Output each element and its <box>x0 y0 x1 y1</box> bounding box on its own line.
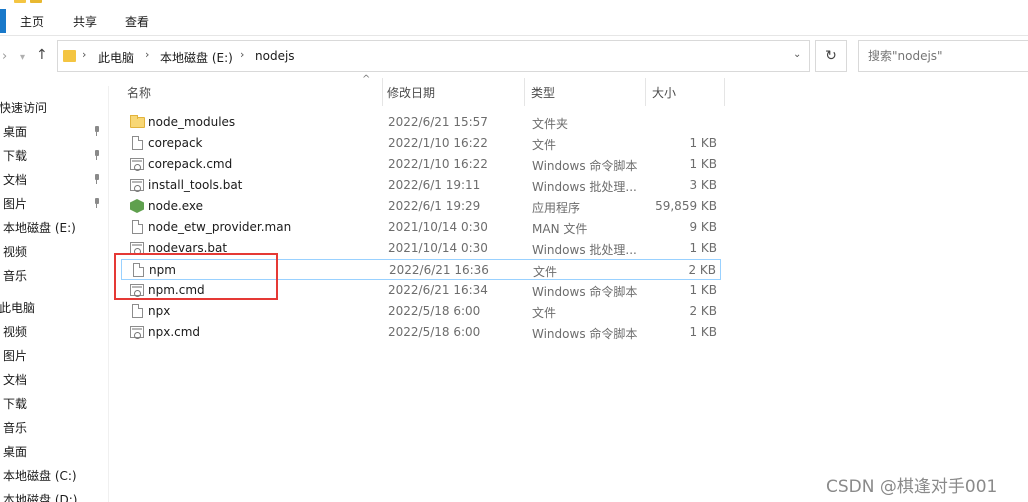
file-date: 2022/5/18 6:00 <box>388 325 481 339</box>
file-type: 应用程序 <box>532 201 581 215</box>
file-type: 文件 <box>532 138 557 152</box>
file-tab[interactable] <box>0 9 6 33</box>
file-name: npx.cmd <box>148 325 201 339</box>
tab-view[interactable]: 查看 <box>125 13 149 30</box>
file-icon <box>129 303 145 319</box>
sidebar-item-documents[interactable]: 文档 <box>3 371 27 388</box>
file-type: 文件 <box>532 306 557 320</box>
file-size: 2 KB <box>688 263 716 277</box>
folder-icon <box>63 50 76 62</box>
file-date: 2022/6/1 19:11 <box>388 178 481 192</box>
script-icon <box>129 156 145 172</box>
file-type: 文件 <box>533 265 558 279</box>
column-divider[interactable] <box>645 78 646 106</box>
file-date: 2022/6/21 16:36 <box>389 263 489 277</box>
file-type: MAN 文件 <box>532 222 588 236</box>
file-row[interactable]: corepack 2022/1/10 16:22 文件 1 KB <box>121 133 721 154</box>
file-date: 2022/6/1 19:29 <box>388 199 481 213</box>
chevron-right-icon[interactable]: › <box>82 48 86 61</box>
column-divider[interactable] <box>382 78 383 106</box>
search-box[interactable] <box>858 40 1028 72</box>
file-row[interactable]: node_modules 2022/6/21 15:57 文件夹 <box>121 112 721 133</box>
file-size: 59,859 KB <box>655 199 717 213</box>
column-divider[interactable] <box>724 78 725 106</box>
sidebar-item-drive-d[interactable]: 本地磁盘 (D:) <box>3 491 77 502</box>
forward-icon[interactable]: › <box>2 49 7 64</box>
file-row[interactable]: node.exe 2022/6/1 19:29 应用程序 59,859 KB <box>121 196 721 217</box>
file-name: npx <box>148 304 171 318</box>
sidebar-item-music[interactable]: 音乐 <box>3 419 27 436</box>
file-date: 2021/10/14 0:30 <box>388 241 488 255</box>
chevron-right-icon[interactable]: › <box>240 48 244 61</box>
script-icon <box>129 177 145 193</box>
file-type: Windows 批处理... <box>532 180 637 194</box>
file-row[interactable]: node_etw_provider.man 2021/10/14 0:30 MA… <box>121 217 721 238</box>
search-input[interactable] <box>868 49 1018 63</box>
highlight-annotation <box>114 253 278 300</box>
file-date: 2022/1/10 16:22 <box>388 136 488 150</box>
address-bar[interactable]: › 此电脑 › 本地磁盘 (E:) › nodejs <box>57 40 810 72</box>
file-name: node_modules <box>148 115 236 129</box>
file-type: Windows 命令脚本 <box>532 285 638 299</box>
file-name: install_tools.bat <box>148 178 243 192</box>
file-size: 1 KB <box>689 283 717 297</box>
file-date: 2022/5/18 6:00 <box>388 304 481 318</box>
refresh-icon: ↻ <box>825 48 837 64</box>
address-row: › ▾ ↑ › 此电脑 › 本地磁盘 (E:) › nodejs ⌄ ↻ <box>0 40 1028 74</box>
file-row[interactable]: npx.cmd 2022/5/18 6:00 Windows 命令脚本 1 KB <box>121 322 721 343</box>
file-icon <box>129 219 145 235</box>
file-size: 1 KB <box>689 241 717 255</box>
refresh-button[interactable]: ↻ <box>815 40 847 72</box>
recent-dropdown-icon[interactable]: ▾ <box>20 52 25 63</box>
file-size: 1 KB <box>689 325 717 339</box>
tab-home[interactable]: 主页 <box>20 13 44 30</box>
address-dropdown-icon[interactable]: ⌄ <box>793 49 801 60</box>
file-name: node_etw_provider.man <box>148 220 292 234</box>
breadcrumb-this-pc[interactable]: 此电脑 <box>98 49 134 66</box>
sidebar-item-drive-c[interactable]: 本地磁盘 (C:) <box>3 467 77 484</box>
file-icon <box>129 135 145 151</box>
column-name[interactable]: 名称 <box>127 84 151 101</box>
script-icon <box>129 324 145 340</box>
file-name: corepack <box>148 136 203 150</box>
folder-icon <box>30 0 42 3</box>
column-type[interactable]: 类型 <box>531 84 555 101</box>
file-type: 文件夹 <box>532 117 569 131</box>
column-size[interactable]: 大小 <box>652 84 676 101</box>
file-name: node.exe <box>148 199 204 213</box>
file-row[interactable]: corepack.cmd 2022/1/10 16:22 Windows 命令脚… <box>121 154 721 175</box>
breadcrumb-drive-e[interactable]: 本地磁盘 (E:) <box>160 49 233 66</box>
column-date[interactable]: 修改日期 <box>387 84 435 101</box>
file-date: 2022/1/10 16:22 <box>388 157 488 171</box>
file-size: 1 KB <box>689 157 717 171</box>
column-header: ^ 名称 修改日期 类型 大小 <box>118 74 728 106</box>
file-date: 2022/6/21 16:34 <box>388 283 488 297</box>
watermark: CSDN @棋逢对手001 <box>826 477 998 497</box>
nodejs-icon <box>129 198 145 214</box>
file-date: 2021/10/14 0:30 <box>388 220 488 234</box>
file-name: corepack.cmd <box>148 157 233 171</box>
file-row[interactable]: install_tools.bat 2022/6/1 19:11 Windows… <box>121 175 721 196</box>
file-date: 2022/6/21 15:57 <box>388 115 488 129</box>
folder-icon <box>129 114 145 130</box>
breadcrumb-nodejs[interactable]: nodejs <box>255 49 295 63</box>
file-list: node_modules 2022/6/21 15:57 文件夹 corepac… <box>0 112 1028 352</box>
sidebar-item-downloads[interactable]: 下载 <box>3 395 27 412</box>
file-size: 1 KB <box>689 136 717 150</box>
ribbon: 主页 共享 查看 <box>0 6 1028 36</box>
file-type: Windows 批处理... <box>532 243 637 257</box>
up-arrow-icon[interactable]: ↑ <box>36 47 48 63</box>
column-divider[interactable] <box>524 78 525 106</box>
sort-ascending-icon: ^ <box>362 74 371 85</box>
file-size: 9 KB <box>689 220 717 234</box>
file-type: Windows 命令脚本 <box>532 327 638 341</box>
sidebar-item-desktop[interactable]: 桌面 <box>3 443 27 460</box>
file-size: 3 KB <box>689 178 717 192</box>
chevron-right-icon[interactable]: › <box>145 48 149 61</box>
file-row[interactable]: npx 2022/5/18 6:00 文件 2 KB <box>121 301 721 322</box>
folder-icon <box>14 0 26 3</box>
tab-share[interactable]: 共享 <box>73 13 97 30</box>
file-size: 2 KB <box>689 304 717 318</box>
file-type: Windows 命令脚本 <box>532 159 638 173</box>
